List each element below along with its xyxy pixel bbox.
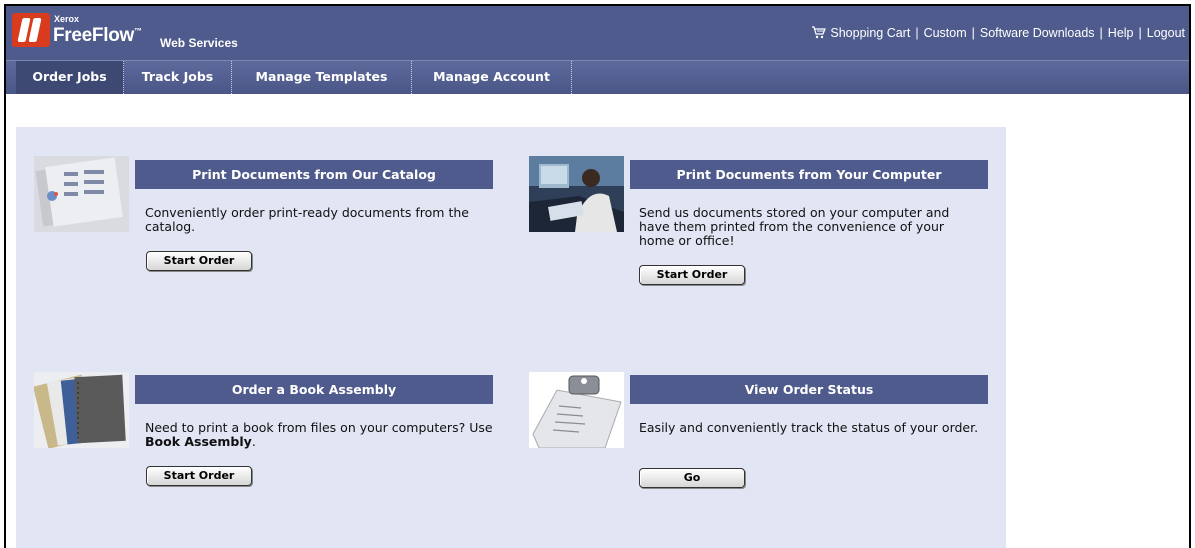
nav-track-jobs[interactable]: Track Jobs	[124, 61, 232, 94]
person-at-computer-thumbnail	[529, 156, 624, 232]
order-options-panel: Print Documents from Our Catalog Conveni…	[16, 127, 1006, 548]
printed-documents-thumbnail	[34, 156, 129, 232]
brand-tm: ™	[134, 26, 142, 36]
app-window: Xerox FreeFlow™ Web Services Shopping Ca…	[4, 4, 1191, 548]
book-assembly-description: Need to print a book from files on your …	[145, 421, 505, 449]
separator: |	[1099, 26, 1103, 40]
catalog-start-order-button[interactable]: Start Order	[146, 251, 252, 271]
brand-subtitle: Web Services	[160, 36, 238, 50]
separator: |	[1138, 26, 1142, 40]
order-status-description: Easily and conveniently track the status…	[639, 420, 979, 435]
custom-link[interactable]: Custom	[924, 26, 967, 40]
clipboard-thumbnail	[529, 372, 624, 448]
main-nav: Order Jobs Track Jobs Manage Templates M…	[6, 60, 1189, 94]
catalog-title: Print Documents from Our Catalog	[135, 160, 493, 189]
brand-product-name: FreeFlow	[53, 25, 135, 46]
shopping-cart-icon[interactable]	[811, 26, 827, 42]
help-link[interactable]: Help	[1108, 26, 1134, 40]
top-links: Shopping Cart | Custom | Software Downloads |…	[811, 26, 1185, 42]
book-assembly-title: Order a Book Assembly	[135, 375, 493, 404]
book-assembly-text: Need to print a book from files on your …	[145, 420, 493, 435]
nav-manage-account[interactable]: Manage Account	[412, 61, 572, 94]
catalog-description: Conveniently order print-ready documents…	[145, 205, 469, 234]
separator: |	[971, 26, 975, 40]
logout-link[interactable]: Logout	[1147, 26, 1185, 40]
book-assembly-link: Book Assembly	[145, 434, 252, 449]
nav-manage-templates[interactable]: Manage Templates	[232, 61, 412, 94]
computer-start-order-button[interactable]: Start Order	[639, 265, 745, 285]
computer-description: Send us documents stored on your compute…	[639, 205, 950, 248]
computer-title: Print Documents from Your Computer	[630, 160, 988, 189]
brand-product: FreeFlow™	[53, 25, 142, 47]
header: Xerox FreeFlow™ Web Services Shopping Ca…	[6, 6, 1189, 60]
software-downloads-link[interactable]: Software Downloads	[980, 26, 1095, 40]
xerox-logo-icon	[12, 13, 50, 47]
brand-company: Xerox	[54, 14, 80, 24]
bound-books-thumbnail	[34, 372, 129, 448]
book-assembly-text-end: .	[251, 434, 256, 449]
separator: |	[915, 26, 919, 40]
order-status-title: View Order Status	[630, 375, 988, 404]
book-assembly-start-order-button[interactable]: Start Order	[146, 466, 252, 486]
shopping-cart-link[interactable]: Shopping Cart	[830, 26, 910, 40]
order-status-go-button[interactable]: Go	[639, 468, 745, 488]
nav-order-jobs[interactable]: Order Jobs	[16, 61, 124, 94]
